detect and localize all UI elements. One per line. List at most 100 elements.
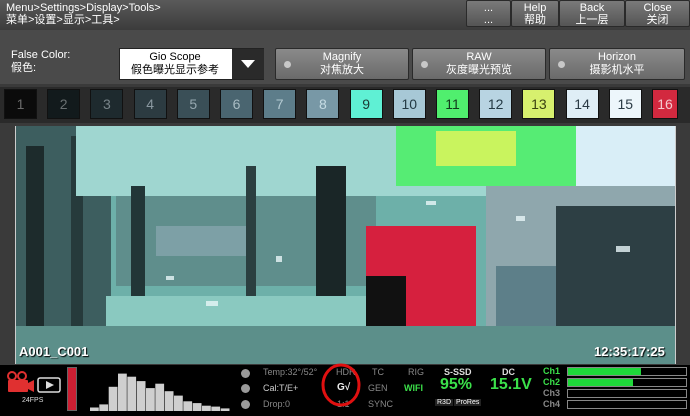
close-label-en: Close <box>643 2 672 14</box>
scale-cell-15: 15 <box>608 89 642 119</box>
raw-label-en: RAW <box>466 51 492 63</box>
cal-value: Cal:T/E+ <box>263 383 299 393</box>
histogram-bar <box>99 404 109 411</box>
horizon-label-en: Horizon <box>598 51 636 63</box>
breadcrumb-en: Menu>Settings>Display>Tools> <box>6 2 161 14</box>
audio-channel-label: Ch1 <box>543 366 561 376</box>
scale-cell-14: 14 <box>565 89 599 119</box>
raw-button[interactable]: RAW 灰度曝光预览 <box>412 48 546 80</box>
histogram-bar <box>220 408 230 411</box>
cal-readout: Cal:T/E+ <box>263 383 298 393</box>
tc-indicator: TC <box>372 367 384 377</box>
false-color-label-en: False Color: <box>11 49 71 61</box>
close-label-zh: 关闭 <box>646 14 669 26</box>
scale-cell-1: 1 <box>4 89 37 119</box>
false-color-label: False Color: 假色: <box>11 49 70 75</box>
prores-badge: ProRes <box>454 399 482 406</box>
blank-button-1-line1: ... <box>483 2 494 14</box>
scale-cell-5: 5 <box>176 89 210 119</box>
audio-channel-label: Ch4 <box>543 399 561 409</box>
histogram-bar <box>183 401 193 411</box>
histogram-bar <box>90 407 99 411</box>
audio-channel-fill <box>568 368 642 375</box>
magnify-label-zh: 对焦放大 <box>320 64 364 76</box>
audio-channel-fill <box>568 379 633 386</box>
scale-cell-10: 10 <box>392 89 426 119</box>
wifi-indicator: WIFI <box>404 383 423 393</box>
false-color-selected-zh: 假色曝光显示参考 <box>131 64 219 76</box>
blank-button-1-line2: ... <box>483 14 494 26</box>
audio-channels: Ch1 Ch2 Ch3 Ch4 <box>543 366 689 412</box>
false-color-label-zh: 假色: <box>11 62 37 74</box>
false-color-scale: 1 2 3 4 5 6 7 8 9 10 11 12 13 14 15 16 <box>0 87 690 123</box>
raw-label-zh: 灰度曝光预览 <box>446 64 512 76</box>
histogram-bar <box>146 388 155 411</box>
record-camera-icon <box>7 371 61 393</box>
status-dot-icon <box>421 61 428 68</box>
temp-indicator-icon <box>241 369 250 378</box>
ssd-value: 95% <box>440 376 473 393</box>
histogram-bar <box>164 391 174 411</box>
gen-indicator: GEN <box>368 383 388 393</box>
breadcrumb: Menu>Settings>Display>Tools> 菜单>设置>显示>工具… <box>6 2 161 26</box>
record-level-meter <box>67 367 77 411</box>
scale-cell-2: 2 <box>47 89 81 119</box>
help-label-en: Help <box>523 2 547 14</box>
video-viewer[interactable] <box>15 126 676 364</box>
audio-channel-meter <box>567 367 687 376</box>
histogram <box>90 373 230 411</box>
fps-readout: 24FPS <box>22 397 44 404</box>
scale-cell-9: 9 <box>349 89 383 119</box>
record-level-fill <box>68 368 76 410</box>
scale-cell-6: 6 <box>220 89 253 119</box>
blank-button-1[interactable]: ... ... <box>466 0 511 27</box>
breadcrumb-zh: 菜单>设置>显示>工具> <box>6 14 120 26</box>
back-label-zh: 上一层 <box>575 14 609 26</box>
scale-cell-12: 12 <box>479 89 513 119</box>
scale-cell-13: 13 <box>522 89 556 119</box>
rig-indicator: RIG <box>408 367 425 377</box>
red-circle-annotation-icon <box>321 363 361 407</box>
help-label-zh: 帮助 <box>524 14 546 26</box>
audio-channel-label: Ch2 <box>543 377 561 387</box>
false-color-selected-value: Gio Scope 假色曝光显示参考 <box>120 51 230 77</box>
audio-channel-label: Ch3 <box>543 388 561 398</box>
help-button[interactable]: Help 帮助 <box>511 0 559 27</box>
status-dot-icon <box>558 61 565 68</box>
false-color-selected-en: Gio Scope <box>149 51 201 63</box>
histogram-bar <box>127 376 137 411</box>
horizon-button[interactable]: Horizon 摄影机水平 <box>549 48 685 80</box>
histogram-bar <box>174 395 183 411</box>
magnify-button[interactable]: Magnify 对焦放大 <box>275 48 409 80</box>
status-bar: 24FPS Temp:32°/52° Cal:T/E+ Drop:0 HDR G… <box>0 363 690 416</box>
audio-channel-meter <box>567 400 687 409</box>
clip-name: A001_C001 <box>19 344 89 359</box>
scale-cell-7: 7 <box>263 89 297 119</box>
histogram-bar <box>202 405 211 411</box>
temp-readout: Temp:32°/52° <box>263 367 318 377</box>
scale-cell-3: 3 <box>90 89 124 119</box>
histogram-bar <box>136 381 146 411</box>
magnify-label-en: Magnify <box>322 51 362 63</box>
back-label-en: Back <box>579 2 605 14</box>
drop-readout: Drop:0 <box>263 399 291 409</box>
dc-value: 15.1V <box>490 376 532 393</box>
scale-cell-11: 11 <box>436 89 469 119</box>
back-button[interactable]: Back 上一层 <box>559 0 625 27</box>
chevron-down-icon[interactable] <box>232 49 264 79</box>
histogram-bar <box>118 373 127 411</box>
r3d-badge: R3D <box>435 399 454 406</box>
sync-indicator: SYNC <box>368 399 394 409</box>
histogram-bar <box>108 386 118 411</box>
false-color-dropdown[interactable]: Gio Scope 假色曝光显示参考 <box>119 48 264 80</box>
status-dot-icon <box>284 61 291 68</box>
close-button[interactable]: Close 关闭 <box>625 0 690 27</box>
histogram-bar <box>211 406 221 411</box>
timecode: 12:35:17:25 <box>594 344 665 359</box>
audio-channel-meter <box>567 389 687 398</box>
horizon-label-zh: 摄影机水平 <box>589 64 645 76</box>
cal-indicator-icon <box>241 384 250 393</box>
histogram-bar <box>155 383 165 411</box>
audio-channel-meter <box>567 378 687 387</box>
scale-cell-8: 8 <box>306 89 340 119</box>
